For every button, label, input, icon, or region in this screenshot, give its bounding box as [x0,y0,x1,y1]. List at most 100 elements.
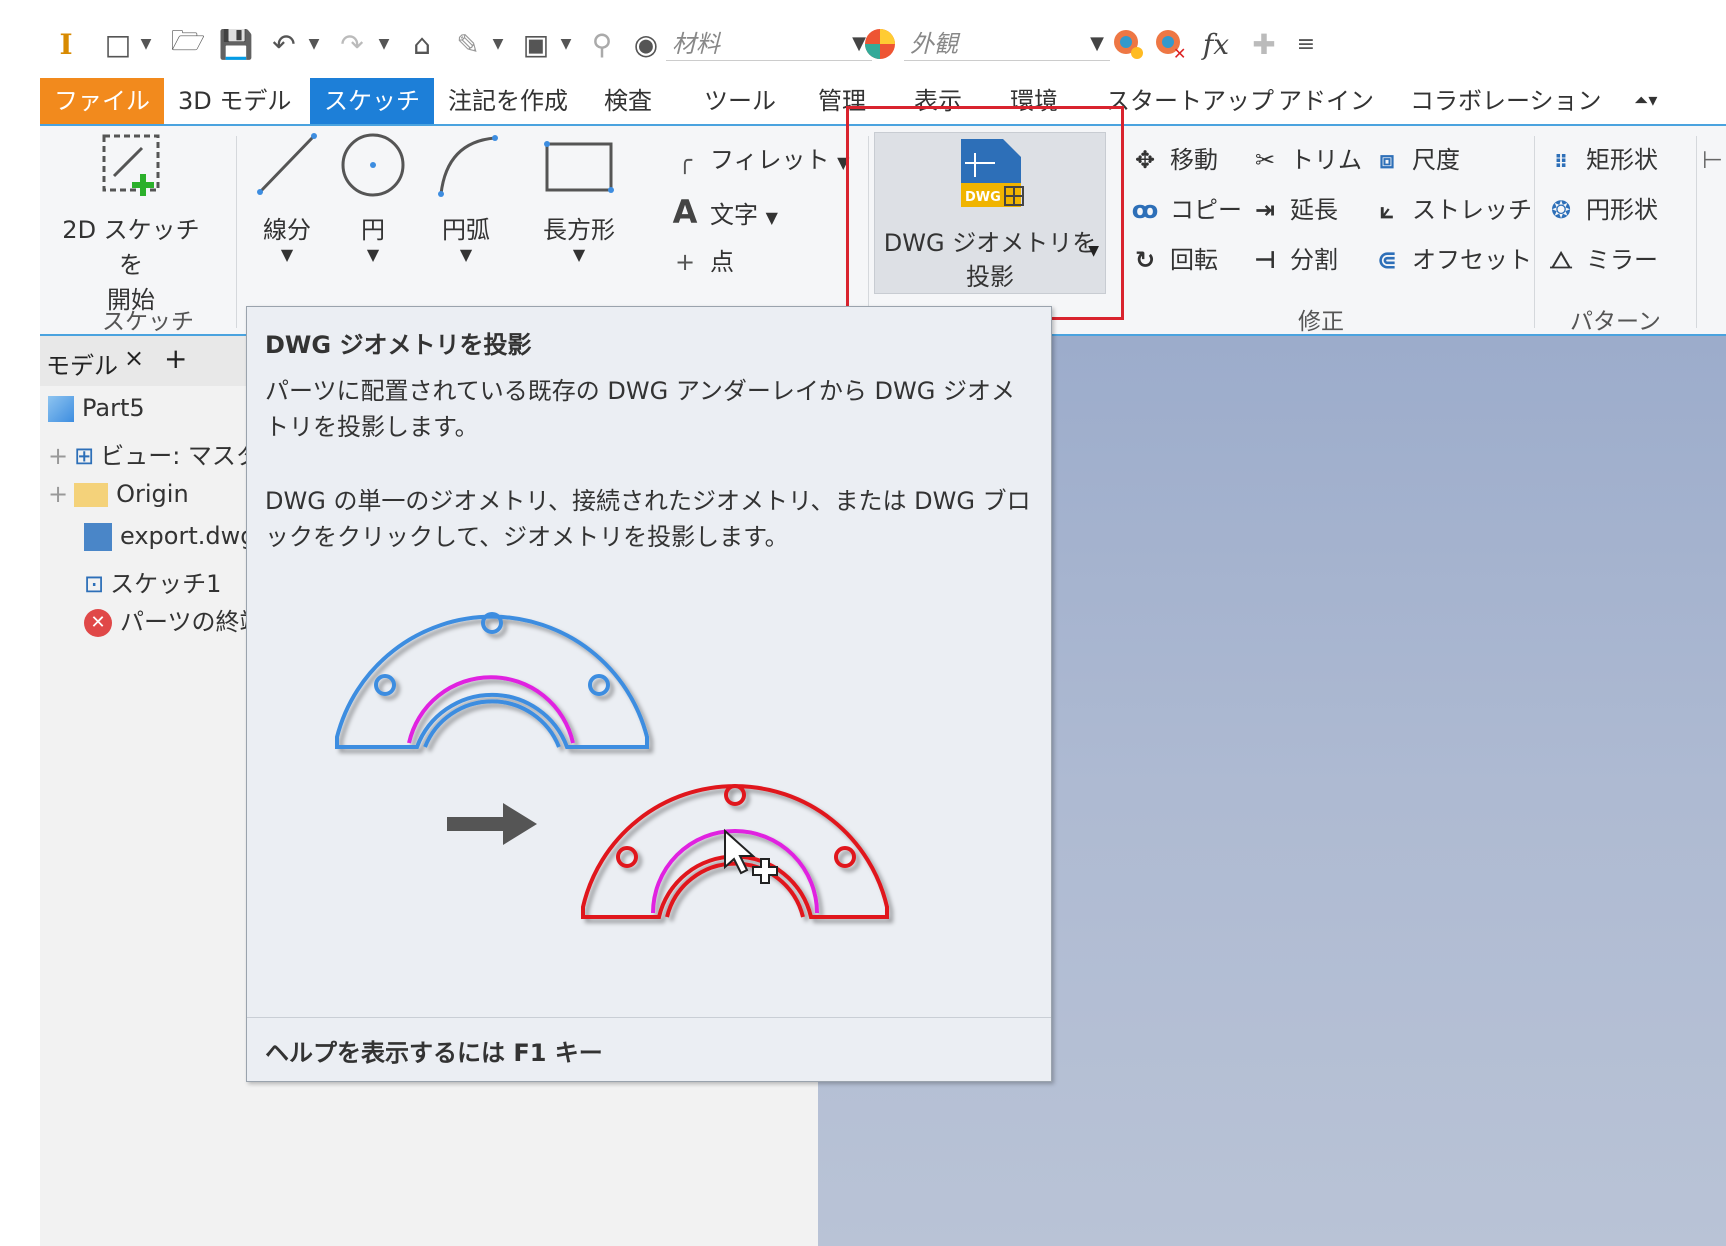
point-button[interactable]: + 点 [668,242,734,282]
dwg-underlay-icon [84,523,112,551]
extend-label: 延長 [1290,196,1338,224]
close-icon[interactable]: × [124,344,144,372]
appearance-color-icon[interactable] [862,26,898,62]
move-icon: ✥ [1134,146,1156,174]
line-icon [252,130,322,200]
arrow-right-icon [447,803,537,845]
chevron-down-icon: ▼ [280,245,294,264]
redo-icon[interactable]: ↷ [334,26,370,62]
chevron-down-icon: ▼ [1090,33,1104,54]
adjust-appearance-icon[interactable] [1110,26,1146,62]
new-dropdown-icon[interactable]: ▼ [128,26,164,62]
browser-tab-model[interactable]: モデル [46,346,118,381]
sketch-plus-icon [96,130,166,200]
tooltip-description-1: パーツに配置されている既存の DWG アンダーレイから DWG ジオメトリを投影… [265,377,1015,441]
tab-tools[interactable]: ツール [690,78,790,124]
redo-dropdown-icon[interactable]: ▼ [366,26,402,62]
rectangle-button[interactable]: 長方形 ▼ [524,130,634,264]
chevron-down-icon: ▼ [572,245,586,264]
tab-add-ins[interactable]: アドイン [1264,78,1388,124]
tab-annotate[interactable]: 注記を作成 [434,78,582,124]
material-dropdown[interactable]: 材料 ▼ [666,28,872,61]
circular-pattern-button[interactable]: ❂ 円形状 [1544,190,1658,230]
select-dropdown-icon[interactable]: ▼ [480,26,516,62]
customize-toolbar-icon[interactable]: ≡ [1288,26,1324,62]
scale-button[interactable]: ⧈ 尺度 [1370,140,1460,180]
tree-item-part[interactable]: Part5 [48,394,145,422]
update-dropdown-icon[interactable]: ▼ [548,26,584,62]
mirror-icon: ⧍ [1549,246,1573,274]
undo-dropdown-icon[interactable]: ▼ [296,26,332,62]
split-label: 分割 [1290,246,1338,274]
view-tree-icon: ⊞ [74,442,95,470]
trim-button[interactable]: ✂ トリム [1248,140,1362,180]
rotate-icon: ↻ [1134,246,1156,274]
save-icon[interactable]: 💾 [218,26,254,62]
add-tab-icon[interactable]: + [164,342,187,375]
trim-label: トリム [1290,146,1362,174]
move-button[interactable]: ✥ 移動 [1128,140,1218,180]
tree-item-label: パーツの終端 [120,608,264,636]
modify-panel-label: 修正 [1298,309,1344,335]
mirror-button[interactable]: ⧍ ミラー [1544,240,1658,280]
ribbon-display-options-icon[interactable]: ⏶▾ [1620,78,1671,124]
fillet-button[interactable]: ╭ フィレット ▼ [668,140,850,180]
end-of-part-icon: ✕ [84,609,112,637]
measure-icon[interactable]: ⚲ [584,26,620,62]
rect-pattern-icon: ⠿ [1553,152,1569,173]
trim-scissors-icon: ✂ [1254,146,1276,174]
add-icon[interactable]: ✚ [1246,26,1282,62]
appearance-dropdown[interactable]: 外観 ▼ [904,28,1110,61]
parameters-fx-icon[interactable]: fx [1198,26,1234,62]
split-button[interactable]: ⊣ 分割 [1248,240,1338,280]
quick-access-toolbar: I □ ▼ 🗁 💾 ↶ ▼ ↷ ▼ ⌂ ✎ ▼ ▣ ▼ ⚲ ◉ 材料 ▼ 外観 … [40,14,1726,74]
open-folder-icon[interactable]: 🗁 [170,24,206,62]
line-button[interactable]: 線分 ▼ [250,130,324,264]
tree-item-view[interactable]: + ⊞ ビュー: マスタ [48,436,260,471]
offset-label: オフセット [1412,246,1532,274]
material-sphere-icon[interactable]: ◉ [628,26,664,62]
copy-icon: ꝏ [1131,196,1159,224]
circle-button[interactable]: 円 ▼ [336,130,410,264]
clear-appearance-icon[interactable]: ✕ [1152,26,1188,62]
tree-item-label: Origin [116,480,189,508]
line-label: 線分 [263,216,311,244]
tree-item-sketch1[interactable]: ⊡ スケッチ1 [84,564,221,599]
tab-sketch[interactable]: スケッチ [310,78,434,124]
tab-collaborate[interactable]: コラボレーション [1396,78,1616,124]
tooltip-illustration [307,577,967,1001]
tab-file[interactable]: ファイル [40,78,164,124]
rectangular-pattern-button[interactable]: ⠿ 矩形状 [1544,140,1658,180]
tab-inspect[interactable]: 検査 [590,78,666,124]
appearance-placeholder: 外観 [910,30,958,58]
home-icon[interactable]: ⌂ [404,26,440,62]
split-icon: ⊣ [1254,246,1276,274]
point-label: 点 [710,248,734,276]
rectangle-label: 長方形 [543,216,615,244]
point-icon: + [674,248,696,276]
start-2d-sketch-button[interactable]: 2D スケッチを 開始 [56,130,206,315]
tree-item-label: ビュー: マスタ [100,442,260,470]
arc-button[interactable]: 円弧 ▼ [426,130,506,264]
tree-item-export-dwg[interactable]: export.dwg [84,522,255,551]
copy-button[interactable]: ꝏ コピー [1128,190,1242,230]
constrain-icon[interactable]: ⊢ [1702,140,1723,180]
rectangle-icon [541,130,617,200]
tree-item-label: スケッチ1 [110,570,222,598]
copy-label: コピー [1170,196,1242,224]
tree-item-origin[interactable]: + Origin [48,480,189,508]
tree-item-end-of-part[interactable]: ✕ パーツの終端 [84,602,264,637]
scale-icon: ⧈ [1379,146,1395,174]
offset-button[interactable]: ⋐ オフセット [1370,240,1532,280]
blue-source-geometry-icon [335,612,649,749]
rotate-button[interactable]: ↻ 回転 [1128,240,1218,280]
expand-icon: + [48,442,69,470]
text-button[interactable]: A 文字 ▼ [668,192,778,232]
tab-3d-model[interactable]: 3D モデル [164,78,305,124]
extend-button[interactable]: ⇥ 延長 [1248,190,1338,230]
tree-item-label: Part5 [82,394,145,422]
tooltip-title: DWG ジオメトリを投影 [265,331,532,359]
arc-icon [431,130,501,200]
inventor-logo-icon[interactable]: I [48,26,84,62]
stretch-button[interactable]: ⟀ ストレッチ [1370,190,1532,230]
